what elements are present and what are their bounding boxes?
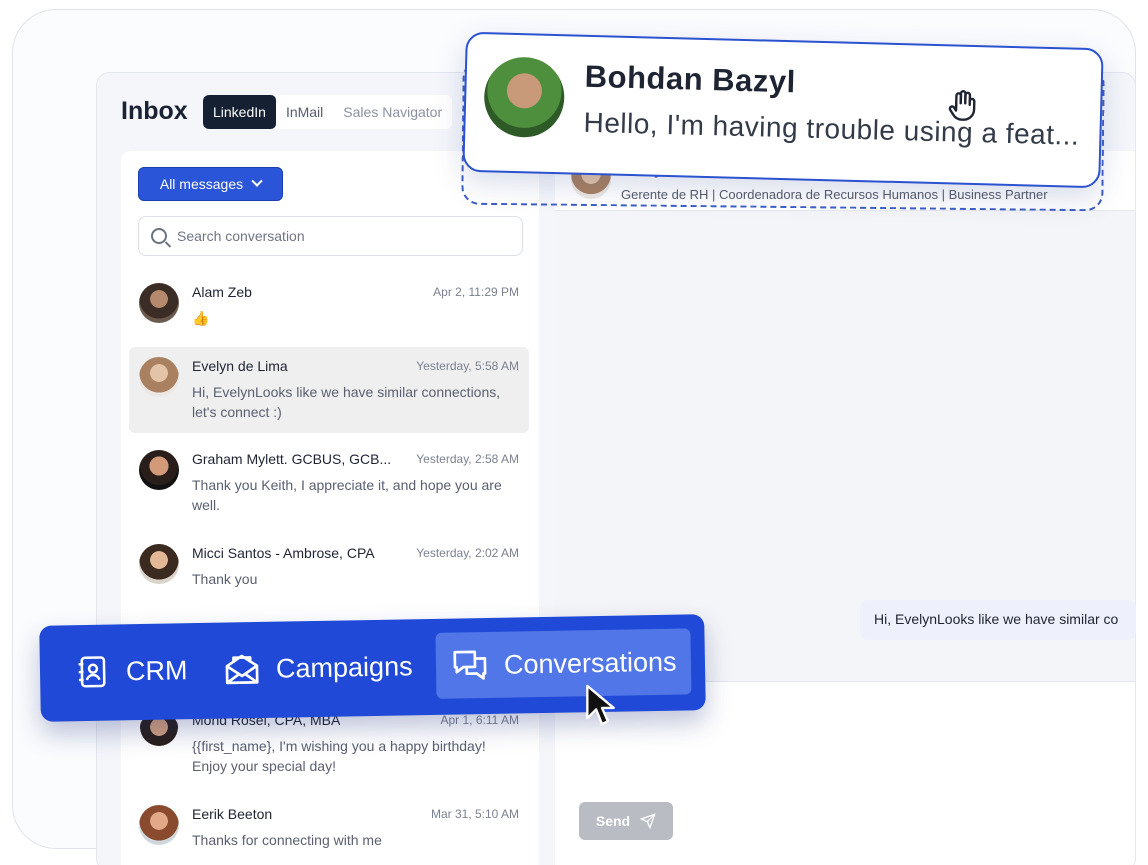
nav-label: Campaigns: [275, 650, 413, 684]
avatar: [139, 357, 179, 397]
sender-name: Bohdan Bazyl: [584, 58, 797, 100]
conversation-time: Yesterday, 2:02 AM: [416, 546, 519, 560]
chat-bubbles-icon: [453, 650, 487, 680]
conversation-time: Yesterday, 2:58 AM: [416, 452, 519, 466]
conversation-preview: Thank you Keith, I appreciate it, and ho…: [192, 477, 502, 513]
filter-label: All messages: [159, 176, 244, 192]
nav-label: CRM: [125, 654, 188, 686]
conversation-item[interactable]: Graham Mylett. GCBUS, GCB... Yesterday, …: [129, 440, 529, 526]
conversation-name: Micci Santos - Ambrose, CPA: [192, 545, 375, 561]
conversation-time: Mar 31, 5:10 AM: [430, 807, 519, 821]
conversation-item[interactable]: Eerik Beeton Mar 31, 5:10 AM Thanks for …: [129, 795, 529, 857]
avatar: [139, 450, 179, 490]
message-notification-card[interactable]: Bohdan Bazyl Hello, I'm having trouble u…: [462, 31, 1104, 189]
conversation-preview: Thank you: [192, 571, 258, 587]
envelope-icon: [225, 654, 259, 685]
search-box: [138, 216, 523, 256]
chevron-down-icon: [251, 175, 263, 187]
conversation-preview: Thanks for connecting with me: [192, 832, 382, 848]
conversation-item[interactable]: Micci Santos - Ambrose, CPA Yesterday, 2…: [129, 534, 529, 596]
mouse-pointer-icon: [586, 684, 615, 726]
message-bubble: Hi, EvelynLooks like we have similar co: [860, 600, 1136, 640]
nav-conversations[interactable]: Conversations: [435, 628, 692, 699]
conversation-name: Evelyn de Lima: [192, 358, 288, 374]
page-title: Inbox: [121, 97, 188, 125]
tab-inmail[interactable]: InMail: [276, 95, 333, 129]
contacts-book-icon: [78, 656, 106, 688]
search-input[interactable]: [177, 228, 497, 244]
send-button[interactable]: Send: [579, 802, 673, 840]
conversation-preview: {{first_name}, I'm wishing you a happy b…: [192, 738, 486, 774]
conversation-time: Yesterday, 5:58 AM: [416, 359, 519, 373]
nav-crm[interactable]: CRM: [59, 637, 202, 705]
avatar: [139, 805, 179, 845]
conversation-name: Graham Mylett. GCBUS, GCB...: [192, 451, 392, 467]
conversation-preview: 👍: [192, 310, 210, 326]
conversation-time: Apr 1, 6:11 AM: [440, 713, 520, 727]
nav-campaigns[interactable]: Campaigns: [207, 633, 427, 703]
conversation-name: Eerik Beeton: [192, 806, 273, 822]
conversation-list-panel: All messages Alam Zeb Apr 2, 11:29 PM 👍 …: [121, 151, 539, 865]
tab-linkedin[interactable]: LinkedIn: [203, 95, 276, 129]
paper-plane-icon: [640, 813, 656, 829]
sender-avatar: [483, 56, 566, 139]
conversation-time: Apr 2, 11:29 PM: [433, 285, 519, 299]
search-icon: [151, 228, 167, 244]
channel-tabs: LinkedIn InMail Sales Navigator: [203, 95, 453, 129]
conversation-name: Alam Zeb: [192, 284, 252, 300]
avatar: [139, 283, 179, 323]
grab-hand-icon: [948, 90, 976, 121]
conversation-item[interactable]: Alam Zeb Apr 2, 11:29 PM 👍: [129, 273, 529, 335]
all-messages-dropdown[interactable]: All messages: [138, 167, 283, 201]
chat-panel: Evelyn de Lima in Gerente de RH | Coorde…: [555, 151, 1135, 865]
conversation-item-selected[interactable]: Evelyn de Lima Yesterday, 5:58 AM Hi, Ev…: [129, 347, 529, 433]
send-label: Send: [595, 813, 631, 829]
tab-sales-navigator[interactable]: Sales Navigator: [333, 95, 452, 129]
conversation-preview: Hi, EvelynLooks like we have similar con…: [192, 384, 501, 420]
notification-message: Hello, I'm having trouble using a feat..…: [583, 106, 1080, 151]
avatar: [139, 544, 179, 584]
nav-label: Conversations: [503, 646, 677, 680]
